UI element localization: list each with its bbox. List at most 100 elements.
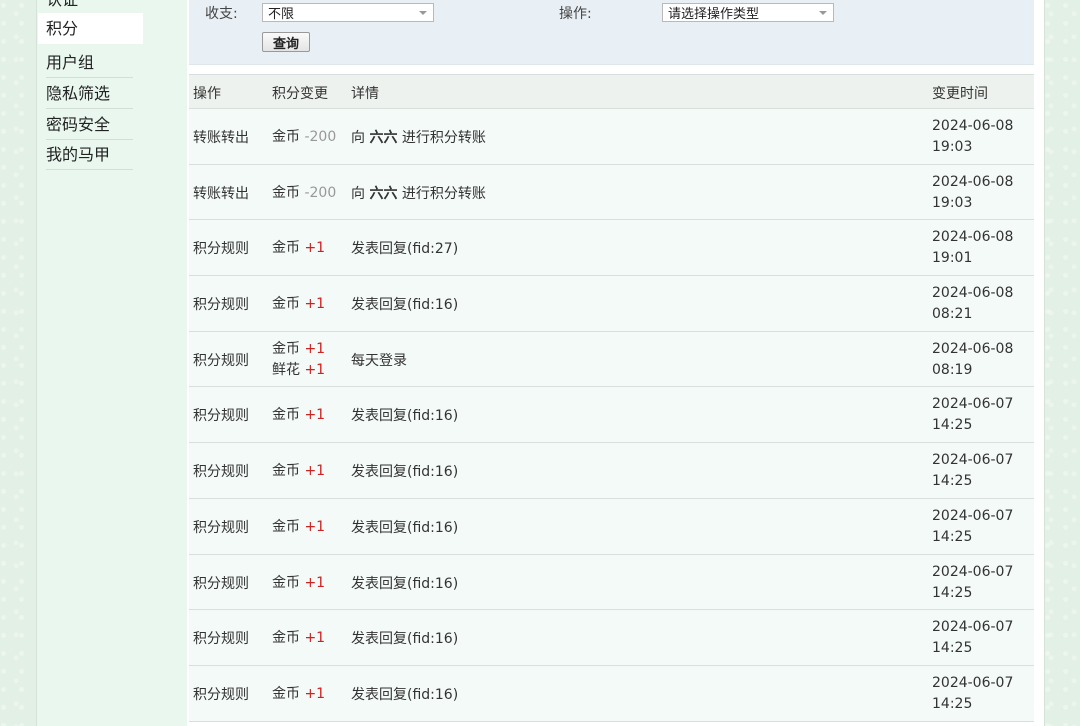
row-time: 2024-06-08 19:03 [932, 116, 1013, 158]
change-unit: 金币 [272, 407, 300, 424]
row-change: 金币 +1 [272, 461, 325, 482]
row-change: 金币 -200 [272, 183, 336, 204]
row-clock: 08:19 [932, 361, 973, 378]
header-op: 操作 [193, 86, 221, 102]
income-select-value: 不限 [268, 7, 295, 22]
row-date: 2024-06-07 [932, 674, 1014, 691]
change-amount: +1 [304, 574, 326, 591]
table-row: 转账转出 金币 -200 向 六六 进行积分转账 2024-06-08 19:03 [189, 109, 1034, 165]
row-op: 转账转出 [193, 130, 249, 146]
row-time: 2024-06-08 08:19 [932, 339, 1013, 381]
row-detail: 发表回复(fid:16) [351, 686, 459, 703]
table-row: 积分规则 金币 +1 发表回复(fid:16) 2024-06-07 14:25 [189, 498, 1034, 555]
op-select[interactable]: 请选择操作类型 [662, 3, 834, 22]
row-op: 转账转出 [193, 185, 249, 202]
row-clock: 14:25 [932, 640, 973, 657]
row-change: 金币 +1 [272, 684, 325, 705]
row-change: 金币 +1 [272, 573, 325, 594]
sidebar-item-usergroup[interactable]: 用户组 [46, 47, 133, 78]
change-entry: 金币 +1 [272, 628, 325, 649]
header-change: 积分变更 [272, 86, 328, 102]
change-entry: 金币 -200 [272, 127, 336, 148]
table-row: 积分规则 金币 +1 发表回复(fid:16) 2024-06-07 14:25 [189, 665, 1034, 722]
row-clock: 14:25 [932, 417, 973, 434]
change-entry: 金币 +1 [272, 684, 325, 705]
chevron-down-icon [819, 11, 827, 15]
table-row: 积分规则 金币 +1 发表回复(fid:16) 2024-06-07 14:25 [189, 610, 1034, 666]
sidebar-item-vest[interactable]: 我的马甲 [46, 139, 133, 170]
row-time: 2024-06-07 14:25 [932, 673, 1013, 715]
header-time: 变更时间 [932, 86, 988, 102]
change-amount: +1 [304, 630, 326, 647]
row-date: 2024-06-07 [932, 396, 1014, 413]
change-unit: 金币 [272, 184, 300, 201]
change-unit: 金币 [272, 630, 300, 647]
sidebar-item-privacy[interactable]: 隐私筛选 [46, 78, 133, 109]
income-label: 收支: [205, 6, 238, 22]
row-date: 2024-06-07 [932, 452, 1014, 469]
row-time: 2024-06-07 14:25 [932, 617, 1013, 659]
change-entry: 金币 +1 [272, 405, 325, 426]
row-change: 金币 +1 [272, 628, 325, 649]
change-entry: 鲜花 +1 [272, 360, 325, 381]
row-clock: 19:03 [932, 194, 973, 211]
row-date: 2024-06-08 [932, 285, 1014, 302]
row-detail: 发表回复(fid:16) [351, 631, 459, 648]
table-row: 转账转出 金币 -200 向 六六 进行积分转账 2024-06-08 19:03 [189, 164, 1034, 221]
change-unit: 金币 [272, 685, 300, 702]
change-unit: 金币 [272, 518, 300, 535]
row-op: 积分规则 [193, 686, 249, 703]
table-body: 转账转出 金币 -200 向 六六 进行积分转账 2024-06-08 19:03 转账转… [189, 109, 1034, 722]
row-clock: 19:03 [932, 139, 973, 155]
table-row: 积分规则 金币 +1 发表回复(fid:16) 2024-06-07 14:25 [189, 554, 1034, 611]
change-amount: -200 [304, 129, 337, 145]
row-op: 积分规则 [193, 631, 249, 648]
user-link[interactable]: 六六 [369, 186, 397, 202]
row-op: 积分规则 [193, 408, 249, 425]
query-button[interactable]: 查询 [262, 32, 310, 52]
row-detail: 发表回复(fid:16) [351, 575, 459, 592]
row-time: 2024-06-08 19:03 [932, 172, 1013, 214]
change-entry: 金币 +1 [272, 573, 325, 594]
row-detail: 每天登录 [351, 352, 407, 369]
row-op: 积分规则 [193, 575, 249, 592]
change-amount: +1 [304, 240, 326, 257]
change-unit: 金币 [272, 240, 300, 257]
change-amount: -200 [304, 184, 337, 201]
table-row: 积分规则 金币 +1 发表回复(fid:27) 2024-06-08 19:01 [189, 220, 1034, 277]
user-link[interactable]: 六六 [369, 130, 397, 146]
row-change: 金币 +1 [272, 294, 325, 315]
income-select[interactable]: 不限 [262, 3, 434, 22]
row-change: 金币 +1 [272, 517, 325, 538]
op-label: 操作: [559, 6, 592, 22]
change-amount: +1 [304, 407, 326, 424]
change-amount: +1 [304, 361, 326, 378]
row-detail: 向 六六 进行积分转账 [351, 183, 486, 203]
row-time: 2024-06-07 14:25 [932, 562, 1013, 604]
change-amount: +1 [304, 463, 326, 480]
table-row: 积分规则 金币 +1 发表回复(fid:16) 2024-06-08 08:21 [189, 276, 1034, 332]
row-clock: 08:21 [932, 306, 973, 323]
change-amount: +1 [304, 340, 326, 357]
row-change: 金币 -200 [272, 127, 336, 148]
row-detail: 发表回复(fid:16) [351, 408, 459, 425]
table-header: 操作 积分变更 详情 变更时间 [189, 74, 1034, 109]
row-op: 积分规则 [193, 519, 249, 536]
row-detail: 发表回复(fid:16) [351, 464, 459, 481]
sidebar-item-password[interactable]: 密码安全 [46, 109, 133, 140]
change-entry: 金币 -200 [272, 183, 336, 204]
change-unit: 鲜花 [272, 361, 300, 378]
row-time: 2024-06-08 08:21 [932, 283, 1013, 325]
change-entry: 金币 +1 [272, 238, 325, 259]
row-change: 金币 +1 [272, 405, 325, 426]
row-change: 金币 +1 鲜花 +1 [272, 339, 325, 381]
row-change: 金币 +1 [272, 238, 325, 259]
sidebar-item-credits[interactable]: 积分 [38, 13, 143, 44]
change-entry: 金币 +1 [272, 517, 325, 538]
row-date: 2024-06-07 [932, 619, 1014, 636]
change-amount: +1 [304, 518, 326, 535]
row-clock: 14:25 [932, 584, 973, 601]
change-unit: 金币 [272, 463, 300, 480]
row-detail: 发表回复(fid:16) [351, 297, 459, 314]
change-entry: 金币 +1 [272, 294, 325, 315]
